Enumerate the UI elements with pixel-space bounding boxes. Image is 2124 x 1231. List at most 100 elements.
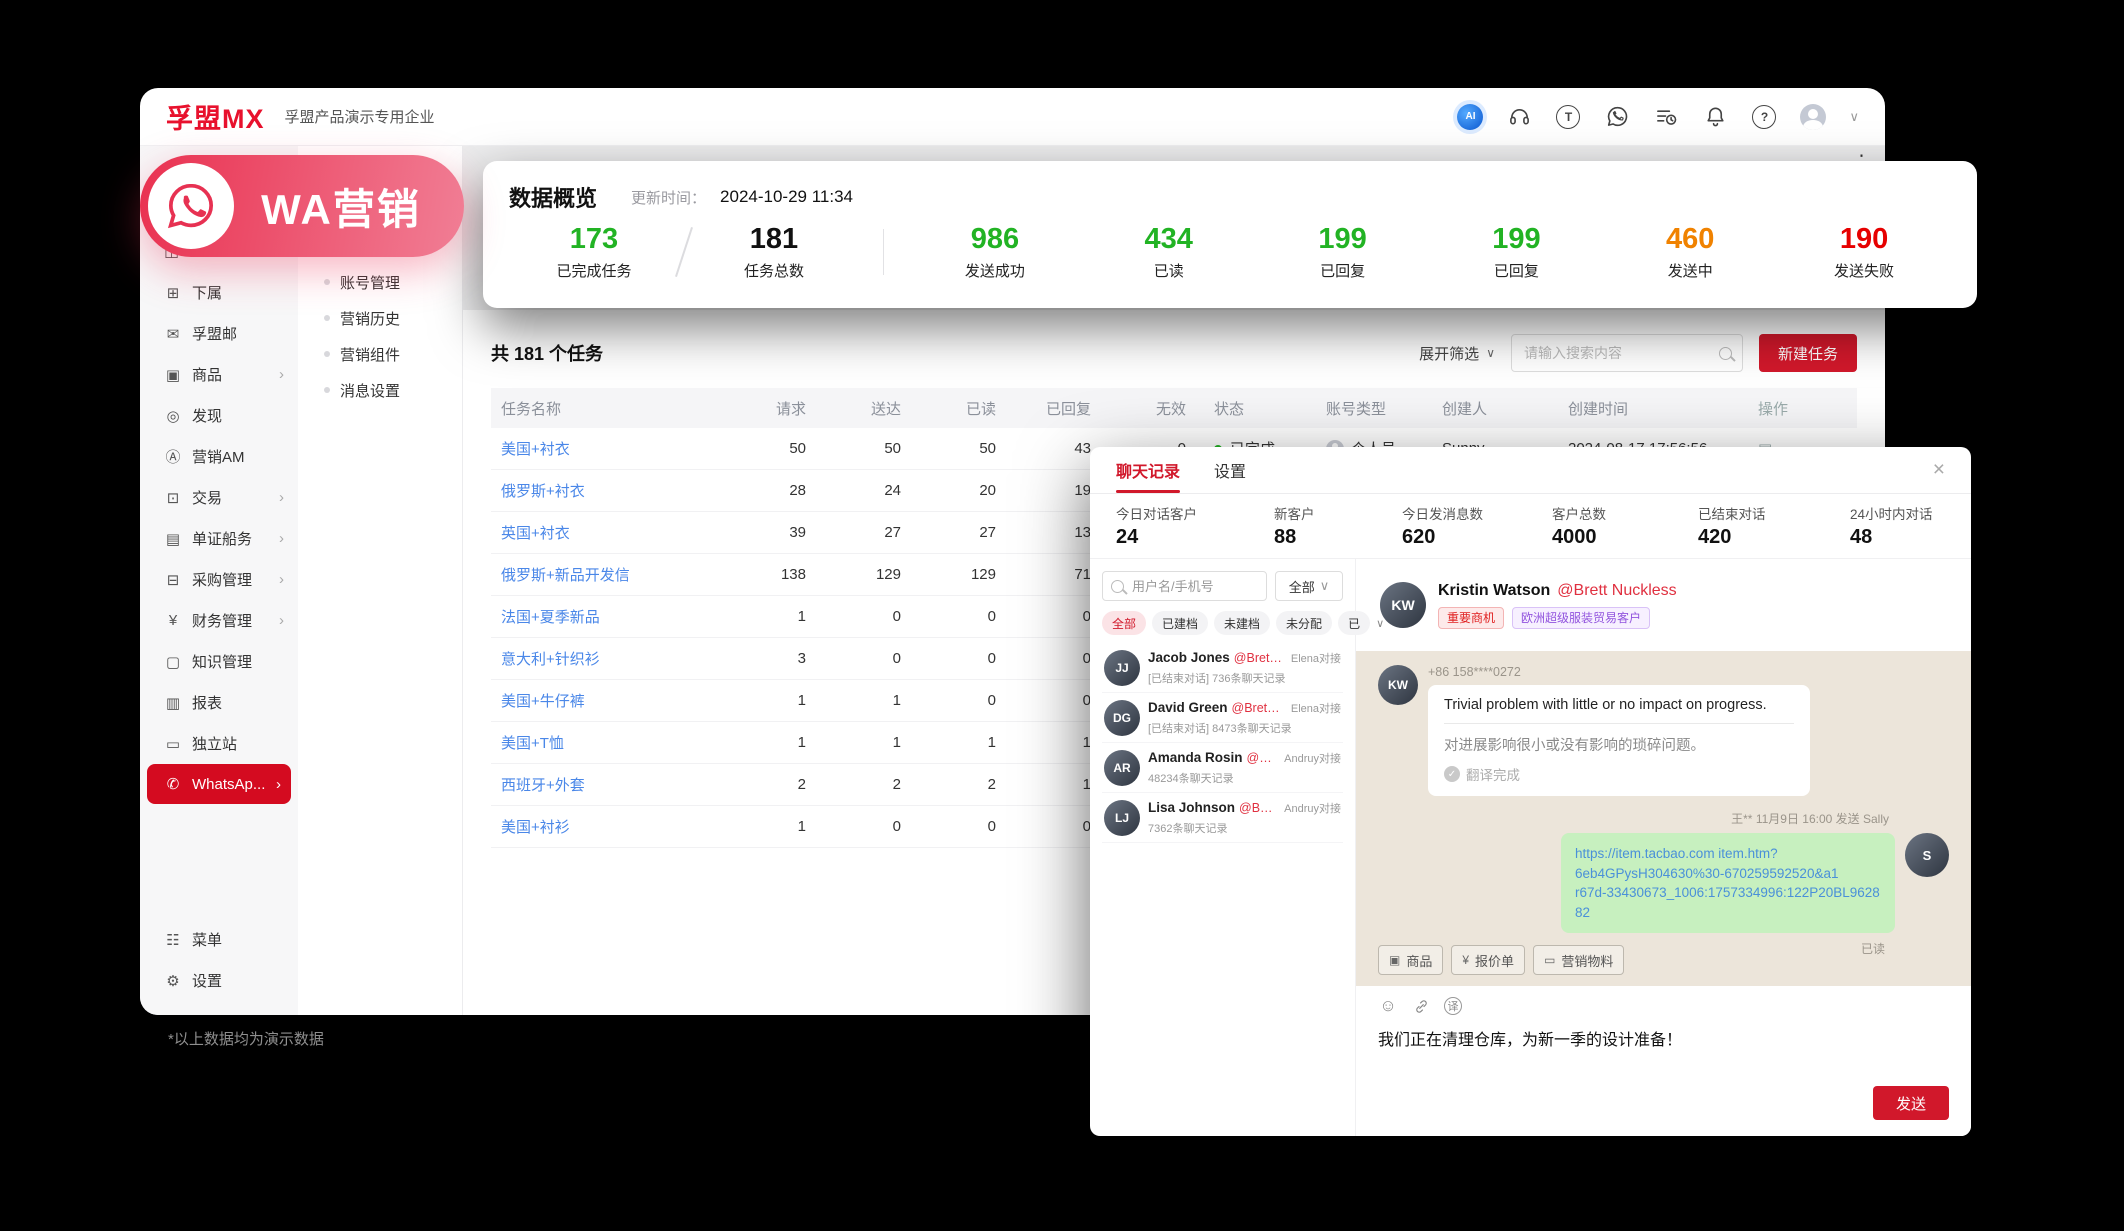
- chip-filed[interactable]: 已建档: [1152, 611, 1208, 635]
- task-search-input[interactable]: [1522, 344, 1711, 362]
- list-item[interactable]: DG David Green@Brett NucklessElena对接 [已结…: [1102, 693, 1343, 743]
- marketing-material-button[interactable]: ▭营销物料: [1533, 945, 1624, 975]
- tab-chat-history[interactable]: 聊天记录: [1116, 447, 1180, 493]
- stat-total-customers: 客户总数4000: [1552, 503, 1698, 549]
- marketing-icon: Ⓐ: [164, 446, 182, 467]
- data-overview-card: 数据概览 更新时间： 2024-10-29 11:34 173已完成任务 181…: [483, 161, 1977, 308]
- quotation-button[interactable]: ¥报价单: [1451, 945, 1525, 975]
- sidebar-item-shipping-docs[interactable]: ▤单证船务›: [140, 518, 298, 559]
- stat-new-customers: 新客户88: [1274, 503, 1402, 549]
- sidebar-item-menu[interactable]: ☷菜单: [140, 919, 298, 960]
- demo-data-footnote: *以上数据均为演示数据: [168, 1028, 324, 1049]
- chip-unfiled[interactable]: 未建档: [1214, 611, 1270, 635]
- compose-input[interactable]: 我们正在清理仓库，为新一季的设计准备！: [1378, 1026, 1949, 1050]
- template-message-icon[interactable]: T: [1555, 104, 1581, 130]
- header-icon-bar: AI T ? ∨: [1457, 104, 1859, 130]
- contact-filter-select[interactable]: 全部∨: [1275, 571, 1343, 601]
- expand-filter-button[interactable]: 展开筛选∨: [1419, 343, 1495, 364]
- task-name-link[interactable]: 美国+T恤: [491, 732, 711, 753]
- incoming-bubble: Trivial problem with little or no impact…: [1428, 685, 1810, 796]
- send-button[interactable]: 发送: [1873, 1086, 1949, 1120]
- sidebar-item-trade[interactable]: ⊡交易›: [140, 477, 298, 518]
- conversation-panel: KW Kristin Watson@Brett Nuckless 重要商机 欧洲…: [1356, 559, 1971, 1136]
- user-avatar[interactable]: [1800, 104, 1826, 130]
- emoji-icon[interactable]: ☺: [1378, 996, 1398, 1016]
- task-name-link[interactable]: 美国+衬衫: [491, 816, 711, 837]
- tab-settings[interactable]: 设置: [1214, 447, 1246, 493]
- task-name-link[interactable]: 英国+衬衣: [491, 522, 711, 543]
- sidebar-item-settings[interactable]: ⚙设置: [140, 960, 298, 1001]
- task-name-link[interactable]: 西班牙+外套: [491, 774, 711, 795]
- whatsapp-icon: ✆: [164, 775, 182, 793]
- updated-value: 2024-10-29 11:34: [720, 187, 853, 207]
- avatar: DG: [1104, 700, 1140, 736]
- translate-icon[interactable]: 译: [1444, 997, 1462, 1015]
- box-icon: ⊟: [164, 571, 182, 589]
- headset-icon[interactable]: [1506, 104, 1532, 130]
- sidebar-item-reports[interactable]: ▥报表: [140, 682, 298, 723]
- task-name-link[interactable]: 法国+夏季新品: [491, 606, 711, 627]
- link-icon[interactable]: [1411, 996, 1431, 1016]
- contact-list: JJ Jacob Jones@Brett NucklessElena对接 [已结…: [1102, 643, 1343, 843]
- quotation-icon: ¥: [1462, 953, 1469, 967]
- ai-assistant-icon[interactable]: AI: [1457, 104, 1483, 130]
- trade-icon: ⊡: [164, 489, 182, 507]
- bullet-icon: [324, 279, 330, 285]
- task-name-link[interactable]: 美国+衬衣: [491, 438, 711, 459]
- search-icon[interactable]: [1719, 347, 1732, 360]
- task-name-link[interactable]: 美国+牛仔裤: [491, 690, 711, 711]
- stat-total: 181任务总数: [689, 223, 859, 281]
- submenu-item-components[interactable]: 营销组件: [298, 336, 462, 372]
- conversation-header: KW Kristin Watson@Brett Nuckless 重要商机 欧洲…: [1356, 559, 1971, 651]
- product-icon: ▣: [1389, 953, 1400, 967]
- submenu-item-accounts[interactable]: 账号管理: [298, 264, 462, 300]
- tag-important-opportunity[interactable]: 重要商机: [1438, 607, 1504, 629]
- sidebar-item-products[interactable]: ▣商品›: [140, 354, 298, 395]
- sidebar-item-discover[interactable]: ◎发现: [140, 395, 298, 436]
- mail-icon: ✉: [164, 325, 182, 343]
- avatar: AR: [1104, 750, 1140, 786]
- stat-today-messages: 今日发消息数620: [1402, 503, 1552, 549]
- sidebar-item-knowledge[interactable]: ▢知识管理: [140, 641, 298, 682]
- submenu-item-messages[interactable]: 消息设置: [298, 372, 462, 408]
- contact-search-input[interactable]: [1130, 578, 1258, 595]
- sidebar-item-procurement[interactable]: ⊟采购管理›: [140, 559, 298, 600]
- task-name-link[interactable]: 俄罗斯+新品开发信: [491, 564, 711, 585]
- quick-action-bar: ▣商品 ¥报价单 ▭营销物料: [1378, 945, 1624, 975]
- sidebar-item-subordinates[interactable]: ⊞下属: [140, 272, 298, 313]
- list-item[interactable]: JJ Jacob Jones@Brett NucklessElena对接 [已结…: [1102, 643, 1343, 693]
- outgoing-bubble-link[interactable]: https://item.tacbao.com item.htm? 6eb4GP…: [1561, 833, 1895, 933]
- task-name-link[interactable]: 俄罗斯+衬衣: [491, 480, 711, 501]
- sidebar-item-marketing-am[interactable]: Ⓐ营销AM: [140, 436, 298, 477]
- sender-phone: +86 158****0272: [1428, 665, 1810, 679]
- stat-sent-success: 986发送成功: [908, 223, 1082, 281]
- incoming-message: KW +86 158****0272 Trivial problem with …: [1378, 665, 1949, 796]
- task-name-link[interactable]: 意大利+针织衫: [491, 648, 711, 669]
- help-icon[interactable]: ?: [1751, 104, 1777, 130]
- stat-sending: 460发送中: [1603, 223, 1777, 281]
- submenu-item-history[interactable]: 营销历史: [298, 300, 462, 336]
- new-task-button[interactable]: 新建任务: [1759, 334, 1857, 372]
- sidebar-item-finance[interactable]: ¥财务管理›: [140, 600, 298, 641]
- account-chevron-down-icon[interactable]: ∨: [1849, 109, 1859, 125]
- tag-customer-label[interactable]: 欧洲超级服装贸易客户: [1512, 607, 1650, 629]
- chip-all[interactable]: 全部: [1102, 611, 1146, 635]
- book-icon: ▢: [164, 653, 182, 671]
- wa-marketing-badge: WA营销: [140, 155, 464, 257]
- translate-status: 翻译完成: [1466, 764, 1520, 784]
- chevron-right-icon: ›: [279, 612, 284, 629]
- chat-contact-panel: 全部∨ 全部 已建档 未建档 未分配 已 ∨ JJ Jacob Jones@Br…: [1090, 559, 1356, 1136]
- product-button[interactable]: ▣商品: [1378, 945, 1443, 975]
- list-item[interactable]: LJ Lisa Johnson@Brett Nuc...Andruy对接 736…: [1102, 793, 1343, 843]
- chip-unassigned[interactable]: 未分配: [1276, 611, 1332, 635]
- list-item[interactable]: AR Amanda Rosin@Brett Nuc...Andruy对接 482…: [1102, 743, 1343, 793]
- sidebar-item-whatsapp[interactable]: ✆WhatsAp...›: [147, 764, 291, 804]
- document-icon: ▤: [164, 530, 182, 548]
- sidebar-item-mail[interactable]: ✉孚盟邮: [140, 313, 298, 354]
- material-icon: ▭: [1544, 953, 1555, 967]
- history-log-icon[interactable]: [1653, 104, 1679, 130]
- sidebar-item-website[interactable]: ▭独立站: [140, 723, 298, 764]
- close-icon[interactable]: ×: [1933, 458, 1945, 482]
- whatsapp-icon[interactable]: [1604, 104, 1630, 130]
- bell-icon[interactable]: [1702, 104, 1728, 130]
